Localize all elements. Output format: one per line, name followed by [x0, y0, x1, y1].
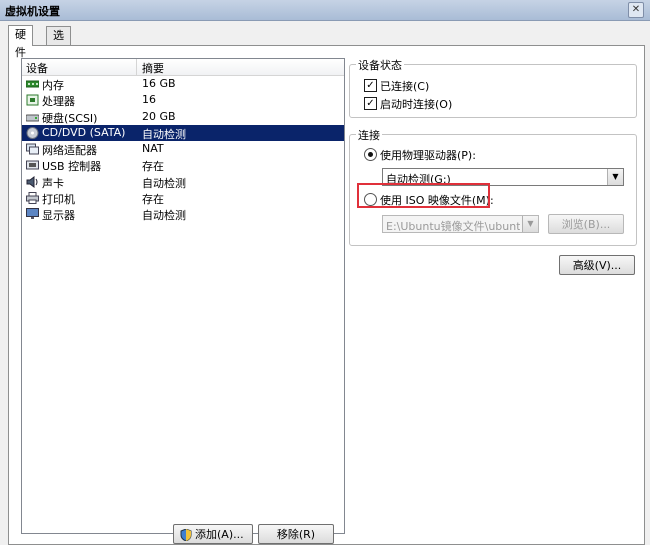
device-row-cd-dvd[interactable]: CD/DVD (SATA) 自动检测 — [22, 124, 344, 142]
add-device-button[interactable]: 添加(A)... — [173, 524, 253, 544]
device-summary: NAT — [142, 142, 164, 156]
iso-path-value: E:\Ubuntu镜像文件\ubuntu- — [386, 220, 520, 233]
device-row-network-adapter[interactable]: 网络适配器 NAT — [22, 141, 344, 157]
device-row-processor[interactable]: 处理器 16 — [22, 92, 344, 108]
column-separator[interactable] — [136, 59, 137, 75]
device-name: 硬盘(SCSI) — [42, 111, 98, 125]
connection-legend: 连接 — [356, 127, 382, 143]
device-list-header: 设备 摘要 — [22, 59, 344, 76]
device-summary: 自动检测 — [142, 209, 186, 223]
printer-icon — [26, 192, 39, 205]
device-summary: 16 — [142, 93, 156, 107]
advanced-button[interactable]: 高级(V)... — [559, 255, 635, 275]
device-summary: 自动检测 — [142, 127, 186, 141]
device-summary: 存在 — [142, 193, 164, 207]
close-icon[interactable]: ✕ — [628, 2, 644, 18]
device-name: 打印机 — [42, 193, 75, 207]
processor-icon — [26, 94, 39, 106]
column-header-device[interactable]: 设备 — [26, 60, 48, 76]
device-row-hard-disk[interactable]: 硬盘(SCSI) 20 GB — [22, 109, 344, 125]
device-row-sound-card[interactable]: 声卡 自动检测 — [22, 174, 344, 190]
annotation-highlight-box — [357, 183, 490, 208]
physical-drive-label[interactable]: 使用物理驱动器(P): — [380, 147, 476, 163]
device-status-legend: 设备状态 — [356, 57, 404, 73]
device-summary: 自动检测 — [142, 176, 186, 190]
connect-at-power-on-checkbox[interactable]: ✓ — [364, 97, 377, 110]
connected-checkbox[interactable]: ✓ — [364, 79, 377, 92]
title-bar: 虚拟机设置 ✕ — [0, 0, 650, 21]
device-row-display[interactable]: 显示器 自动检测 — [22, 206, 344, 222]
device-name: 网络适配器 — [42, 144, 97, 158]
usb-icon — [26, 160, 39, 170]
network-adapter-icon — [26, 143, 39, 155]
device-row-usb-controller[interactable]: USB 控制器 存在 — [22, 157, 344, 173]
device-summary: 20 GB — [142, 109, 176, 123]
shield-icon — [180, 529, 192, 541]
chevron-down-icon[interactable]: ▼ — [607, 169, 623, 185]
connect-at-power-on-label[interactable]: 启动时连接(O) — [380, 96, 452, 112]
device-row-printer[interactable]: 打印机 存在 — [22, 190, 344, 206]
browse-button[interactable]: 浏览(B)... — [548, 214, 624, 234]
add-device-label: 添加(A)... — [195, 528, 244, 541]
window-title: 虚拟机设置 — [5, 5, 60, 18]
device-summary: 16 GB — [142, 77, 176, 90]
physical-drive-radio[interactable] — [364, 148, 377, 161]
hard-disk-icon — [26, 114, 39, 122]
chevron-down-icon[interactable]: ▼ — [522, 216, 538, 232]
iso-path-select[interactable]: E:\Ubuntu镜像文件\ubuntu- ▼ — [382, 215, 539, 233]
device-name: CD/DVD (SATA) — [42, 125, 126, 139]
device-status-group: 设备状态 ✓ 已连接(C) ✓ 启动时连接(O) — [349, 57, 637, 118]
device-name: 内存 — [42, 79, 64, 92]
device-list[interactable]: 设备 摘要 内存 16 GB 处理器 16 硬盘(SCSI) 20 GB CD/… — [21, 58, 345, 534]
device-row-memory[interactable]: 内存 16 GB — [22, 76, 344, 92]
column-header-summary[interactable]: 摘要 — [142, 60, 164, 76]
monitor-icon — [26, 208, 39, 220]
device-name: 声卡 — [42, 176, 64, 190]
tab-hardware[interactable]: 硬件 — [8, 25, 33, 59]
device-summary: 存在 — [142, 160, 164, 174]
remove-device-button[interactable]: 移除(R) — [258, 524, 334, 544]
device-name: USB 控制器 — [42, 160, 102, 174]
tab-options[interactable]: 选项 — [46, 26, 71, 60]
connected-label[interactable]: 已连接(C) — [380, 78, 429, 94]
cd-dvd-icon — [26, 126, 39, 139]
hardware-tab-panel: 设备 摘要 内存 16 GB 处理器 16 硬盘(SCSI) 20 GB CD/… — [8, 45, 645, 545]
device-name: 处理器 — [42, 95, 75, 109]
speaker-icon — [26, 175, 38, 188]
device-name: 显示器 — [42, 209, 75, 223]
memory-icon — [26, 80, 39, 88]
